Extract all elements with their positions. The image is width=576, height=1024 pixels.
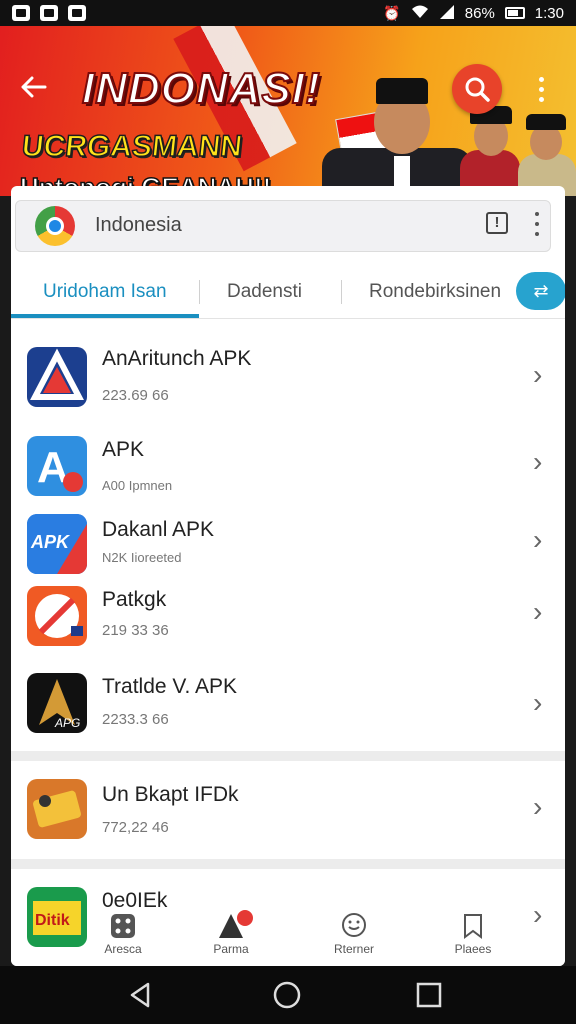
list-item[interactable]: A APK A00 Ipmnen › [11, 424, 565, 507]
chat-icon [342, 913, 366, 937]
system-navigation-bar [0, 966, 576, 1024]
chevron-right-icon: › [533, 596, 543, 627]
gallery-icon [40, 5, 58, 21]
status-bar: ⏰ 86% 1:30 [0, 0, 576, 26]
nav-plaees[interactable]: Plaees [433, 896, 513, 966]
overflow-menu-button[interactable] [526, 70, 556, 108]
chevron-right-icon: › [533, 524, 543, 555]
arrow-left-icon [21, 76, 47, 98]
app-title: APK [102, 438, 145, 461]
app-subtitle: 772,22 46 [102, 819, 169, 836]
app-title: Patkgk [102, 588, 167, 611]
tab-dadensti[interactable]: Dadensti [227, 266, 302, 318]
wifi-icon [411, 5, 429, 22]
compass-icon [27, 586, 87, 646]
app-title: Tratlde V. APK [102, 675, 238, 698]
app-subtitle: N2K Iioreeted [102, 550, 182, 565]
list-item[interactable]: APG Tratlde V. APK 2233.3 66 › [11, 659, 565, 752]
chevron-right-icon: › [533, 359, 543, 390]
app-subtitle: A00 Ipmnen [102, 478, 173, 493]
chevron-right-icon: › [533, 446, 543, 477]
chevron-right-icon: › [533, 791, 543, 822]
app-title: Un Bkapt IFDk [102, 783, 239, 806]
tab-bar: Uridoham Isan Dadensti Rondebirksinen [11, 266, 565, 319]
signal-icon [439, 4, 455, 22]
app-subtitle: 2233.3 66 [102, 711, 169, 728]
bookmark-icon [464, 914, 482, 939]
app-title: AnAritunch APK [102, 347, 252, 370]
alarm-icon: ⏰ [383, 4, 401, 21]
banner-subtitle: UCRGASMANN [20, 129, 245, 164]
address-text[interactable]: Indonesia [95, 214, 182, 237]
notification-icon [12, 5, 30, 21]
nav-label: Plaees [454, 942, 492, 956]
home-nav-icon[interactable] [272, 980, 302, 1010]
app-title: Dakanl APK [102, 518, 215, 541]
chevron-right-icon: › [533, 687, 543, 718]
tab-uridoham[interactable]: Uridoham Isan [43, 266, 167, 318]
promo-banner: INDONASI! UCRGASMANN Untonogi GEANAH!! [0, 26, 576, 196]
ticket-icon [27, 779, 87, 839]
notification-badge [237, 910, 253, 926]
alert-icon[interactable]: ! [486, 212, 508, 234]
group-divider [11, 751, 565, 761]
uniformed-figure-main [312, 56, 472, 196]
tab-rondebirksinen[interactable]: Rondebirksinen [369, 266, 501, 318]
nav-aresca[interactable]: Aresca [83, 896, 163, 966]
list-item[interactable]: Patkgk 219 33 36 › [11, 576, 565, 660]
apk-store-icon: A [27, 436, 87, 496]
nav-label: Parma [213, 942, 249, 956]
bottom-navigation: Aresca Parma Rterner Plaees [11, 896, 565, 966]
battery-icon [504, 7, 525, 19]
back-nav-icon[interactable] [126, 980, 156, 1010]
clock: 1:30 [534, 4, 564, 22]
banner-title: INDONASI! [81, 63, 321, 114]
uniformed-figure-3 [518, 100, 576, 196]
main-card: Indonesia ! Uridoham Isan Dadensti Ronde… [11, 186, 565, 966]
tab-divider [199, 280, 200, 304]
group-divider [11, 859, 565, 869]
list-item[interactable]: APK Dakanl APK N2K Iioreeted › [11, 506, 565, 577]
dice-icon [111, 914, 135, 938]
svg-text:APG: APG [54, 716, 80, 730]
apg-icon: APG [27, 673, 87, 733]
apk-launcher-icon [27, 347, 87, 407]
battery-percent: 86% [464, 4, 495, 22]
list-item[interactable]: Un Bkapt IFDk 772,22 46 › [11, 761, 565, 860]
chrome-icon [35, 206, 75, 246]
search-button[interactable] [452, 64, 502, 114]
apk-badge-icon: APK [27, 514, 87, 574]
search-icon [465, 77, 490, 102]
nav-label: Rterner [333, 942, 374, 956]
app-subtitle: 223.69 66 [102, 387, 169, 404]
svg-text:APK: APK [30, 532, 71, 552]
back-button[interactable] [16, 72, 52, 108]
nav-rterner[interactable]: Rterner [314, 896, 394, 966]
recents-nav-icon[interactable] [414, 980, 444, 1010]
list-item[interactable]: AnAritunch APK 223.69 66 › [11, 327, 565, 425]
message-icon [68, 5, 86, 21]
address-menu-button[interactable] [533, 212, 541, 236]
active-tab-indicator [11, 314, 199, 318]
nav-parma[interactable]: Parma [191, 896, 271, 966]
tab-scroll-button[interactable]: ⇄ [516, 272, 565, 310]
app-subtitle: 219 33 36 [102, 622, 169, 639]
nav-label: Aresca [104, 942, 142, 956]
tab-divider [341, 280, 342, 304]
